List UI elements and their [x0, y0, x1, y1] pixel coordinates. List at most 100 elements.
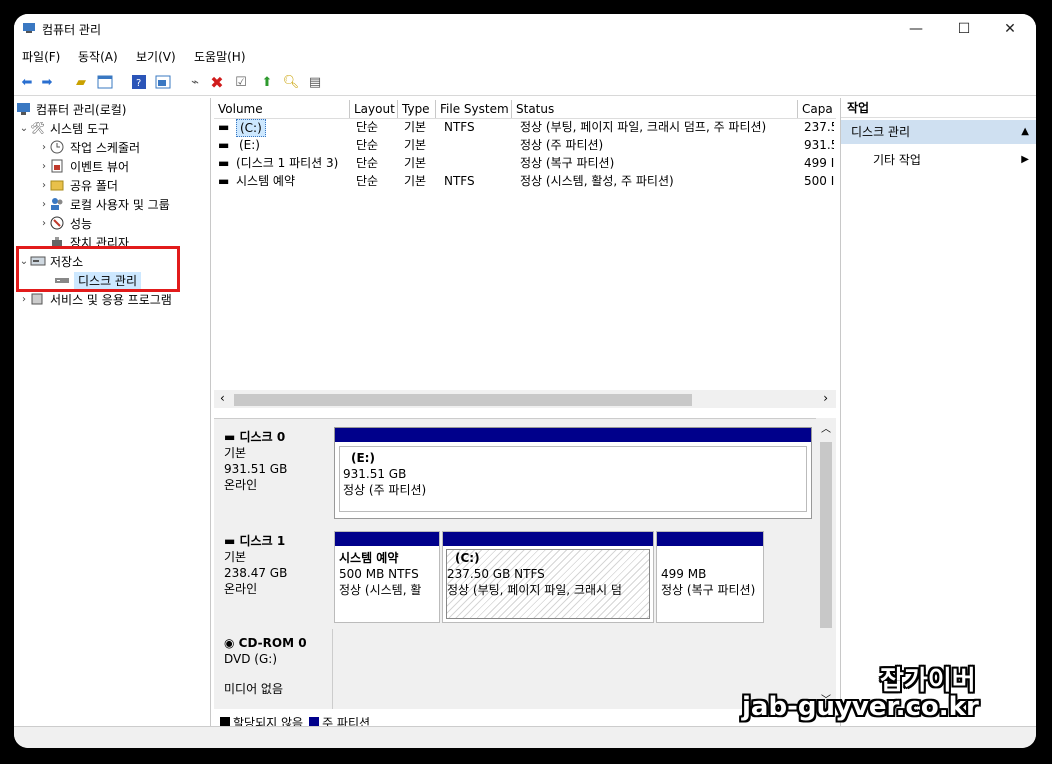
col-capacity[interactable]: Capa	[798, 100, 836, 118]
partition-bar	[335, 428, 811, 442]
properties-icon[interactable]: ▤	[306, 73, 324, 91]
partition-sr-size: 500 MB NTFS	[339, 567, 419, 581]
disk1-partitions: 시스템 예약 500 MB NTFS 정상 (시스템, 활 (C:) 237.5…	[334, 531, 766, 623]
partition-e[interactable]: (E:) 931.51 GB 정상 (주 파티션)	[334, 427, 812, 519]
partition-sr-status: 정상 (시스템, 활	[339, 583, 422, 597]
cell-status: 정상 (시스템, 활성, 주 파티션)	[520, 174, 674, 188]
cell-fs: NTFS	[444, 120, 475, 134]
close-button[interactable]: ✕	[990, 18, 1030, 40]
drive-icon: ▬	[218, 174, 230, 188]
show-tree-icon[interactable]	[96, 73, 114, 91]
maximize-button[interactable]: ☐	[944, 18, 984, 40]
minimize-button[interactable]: —	[896, 18, 936, 40]
tree-shared-folders[interactable]: › 공유 폴더	[38, 176, 118, 194]
back-icon[interactable]: ⬅	[18, 73, 36, 91]
cell-layout: 단순	[356, 138, 379, 152]
horizontal-scrollbar[interactable]: ‹ ›	[214, 390, 836, 408]
scroll-left-icon[interactable]: ‹	[220, 391, 225, 405]
disk1-label[interactable]: ▬ 디스크 1 기본 238.47 GB 온라인	[214, 533, 332, 621]
forward-icon[interactable]: ➡	[38, 73, 56, 91]
event-viewer-icon	[50, 159, 66, 173]
console-icon[interactable]	[154, 73, 172, 91]
disk0-size: 931.51 GB	[224, 462, 288, 476]
watermark-url: jab-guyver.co.kr	[742, 692, 979, 722]
center-pane: Volume Layout Type File System Status Ca…	[214, 98, 836, 730]
scrollbar-thumb[interactable]	[234, 394, 692, 406]
tree-services-apps[interactable]: › 서비스 및 응용 프로그램	[18, 290, 172, 308]
expand-right-icon[interactable]: ›	[38, 161, 50, 172]
actions-section-disk-management[interactable]: 디스크 관리 ▲	[841, 120, 1036, 144]
disk0-name: 디스크 0	[239, 430, 286, 444]
tree-event-viewer[interactable]: › 이벤트 뷰어	[38, 157, 129, 175]
expand-right-icon[interactable]: ›	[38, 142, 50, 153]
tree-system-tools-label: 시스템 도구	[50, 121, 110, 136]
cdrom0-label[interactable]: ◉ CD-ROM 0 DVD (G:) 미디어 없음	[214, 635, 332, 707]
partition-recovery-info: 499 MB 정상 (복구 파티션)	[661, 566, 759, 618]
table-row[interactable]: ▬ (디스크 1 파티션 3) 단순 기본 정상 (복구 파티션) 499 I	[214, 154, 836, 172]
check-icon[interactable]: ☑	[232, 73, 250, 91]
expand-right-icon[interactable]: ›	[38, 199, 50, 210]
scroll-right-icon[interactable]: ›	[823, 391, 828, 405]
drive-icon: ▬	[218, 138, 230, 152]
disk0-label[interactable]: ▬ 디스크 0 기본 931.51 GB 온라인	[214, 429, 332, 525]
partition-recovery[interactable]: 499 MB 정상 (복구 파티션)	[656, 531, 764, 623]
col-type[interactable]: Type	[398, 100, 436, 118]
menu-file[interactable]: 파일(F)	[22, 48, 60, 65]
scrollbar-thumb[interactable]	[820, 442, 832, 628]
disk1-size: 238.47 GB	[224, 566, 288, 580]
tree-local-users-label: 로컬 사용자 및 그룹	[70, 197, 170, 212]
computer-management-window: 컴퓨터 관리 — ☐ ✕ 파일(F) 동작(A) 보기(V) 도움말(H) ⬅ …	[14, 14, 1036, 748]
partition-c[interactable]: (C:) 237.50 GB NTFS 정상 (부팅, 페이지 파일, 크래시 …	[442, 531, 654, 623]
search-icon[interactable]: 🔍︎	[282, 73, 300, 91]
menu-view[interactable]: 보기(V)	[136, 48, 176, 65]
cell-status: 정상 (복구 파티션)	[520, 156, 615, 170]
disk0-type: 기본	[224, 446, 247, 460]
menu-help[interactable]: 도움말(H)	[194, 48, 246, 65]
col-status[interactable]: Status	[512, 100, 798, 118]
table-row[interactable]: ▬ 시스템 예약 단순 기본 NTFS 정상 (시스템, 활성, 주 파티션) …	[214, 172, 836, 190]
collapse-up-icon[interactable]: ▲	[1021, 120, 1029, 144]
cdrom0-type: DVD (G:)	[224, 652, 277, 666]
expand-right-icon[interactable]: ›	[38, 218, 50, 229]
action-more-actions[interactable]: 기타 작업 ▶	[873, 150, 1033, 170]
partition-c-label: (C:)	[455, 551, 480, 565]
tools-icon: 🛠︎	[30, 121, 46, 135]
help-icon[interactable]: ?	[130, 73, 148, 91]
menu-action[interactable]: 동작(A)	[78, 48, 118, 65]
up-folder-icon[interactable]: ▰	[72, 73, 90, 91]
tree-root-label: 컴퓨터 관리(로컬)	[36, 102, 127, 117]
scroll-up-icon[interactable]: ︿	[821, 420, 831, 435]
actions-header: 작업	[841, 98, 1036, 118]
expand-down-icon[interactable]: ⌄	[18, 123, 30, 134]
col-layout[interactable]: Layout	[350, 100, 398, 118]
expand-right-icon[interactable]: ›	[38, 180, 50, 191]
partition-c-status: 정상 (부팅, 페이지 파일, 크래시 덤	[447, 583, 622, 597]
partition-system-reserved-info: 시스템 예약 500 MB NTFS 정상 (시스템, 활	[339, 550, 435, 618]
col-volume[interactable]: Volume	[214, 100, 350, 118]
delete-icon[interactable]: ✖	[208, 73, 226, 92]
tree-local-users[interactable]: › 로컬 사용자 및 그룹	[38, 195, 170, 213]
cell-capacity: 931.5	[804, 138, 834, 152]
export-icon[interactable]: ⬆	[258, 73, 276, 91]
cell-type: 기본	[404, 120, 427, 134]
vertical-scrollbar[interactable]: ︿ ﹀	[816, 418, 836, 708]
partition-system-reserved[interactable]: 시스템 예약 500 MB NTFS 정상 (시스템, 활	[334, 531, 440, 623]
tree-performance-label: 성능	[70, 216, 93, 231]
cell-type: 기본	[404, 138, 427, 152]
cell-status: 정상 (주 파티션)	[520, 138, 604, 152]
tree-task-scheduler[interactable]: › 작업 스케줄러	[38, 138, 140, 156]
cdrom-icon: ◉	[224, 636, 239, 650]
col-file-system[interactable]: File System	[436, 100, 512, 118]
tree-performance[interactable]: › 성능	[38, 214, 92, 232]
tree-system-tools[interactable]: ⌄ 🛠︎ 시스템 도구	[18, 119, 109, 137]
expand-right-icon[interactable]: ›	[18, 294, 30, 305]
table-row[interactable]: ▬ (C:) 단순 기본 NTFS 정상 (부팅, 페이지 파일, 크래시 덤프…	[214, 118, 836, 137]
connect-icon[interactable]: ⌁	[186, 73, 204, 91]
table-row[interactable]: ▬ (E:) 단순 기본 정상 (주 파티션) 931.5	[214, 136, 836, 154]
partition-c-size: 237.50 GB NTFS	[447, 567, 545, 581]
submenu-arrow-icon: ▶	[1021, 154, 1029, 165]
action-more-actions-label: 기타 작업	[873, 153, 921, 167]
tree-root[interactable]: 컴퓨터 관리(로컬)	[16, 100, 126, 118]
partition-recovery-status: 정상 (복구 파티션)	[661, 583, 756, 597]
computer-icon	[16, 102, 32, 116]
